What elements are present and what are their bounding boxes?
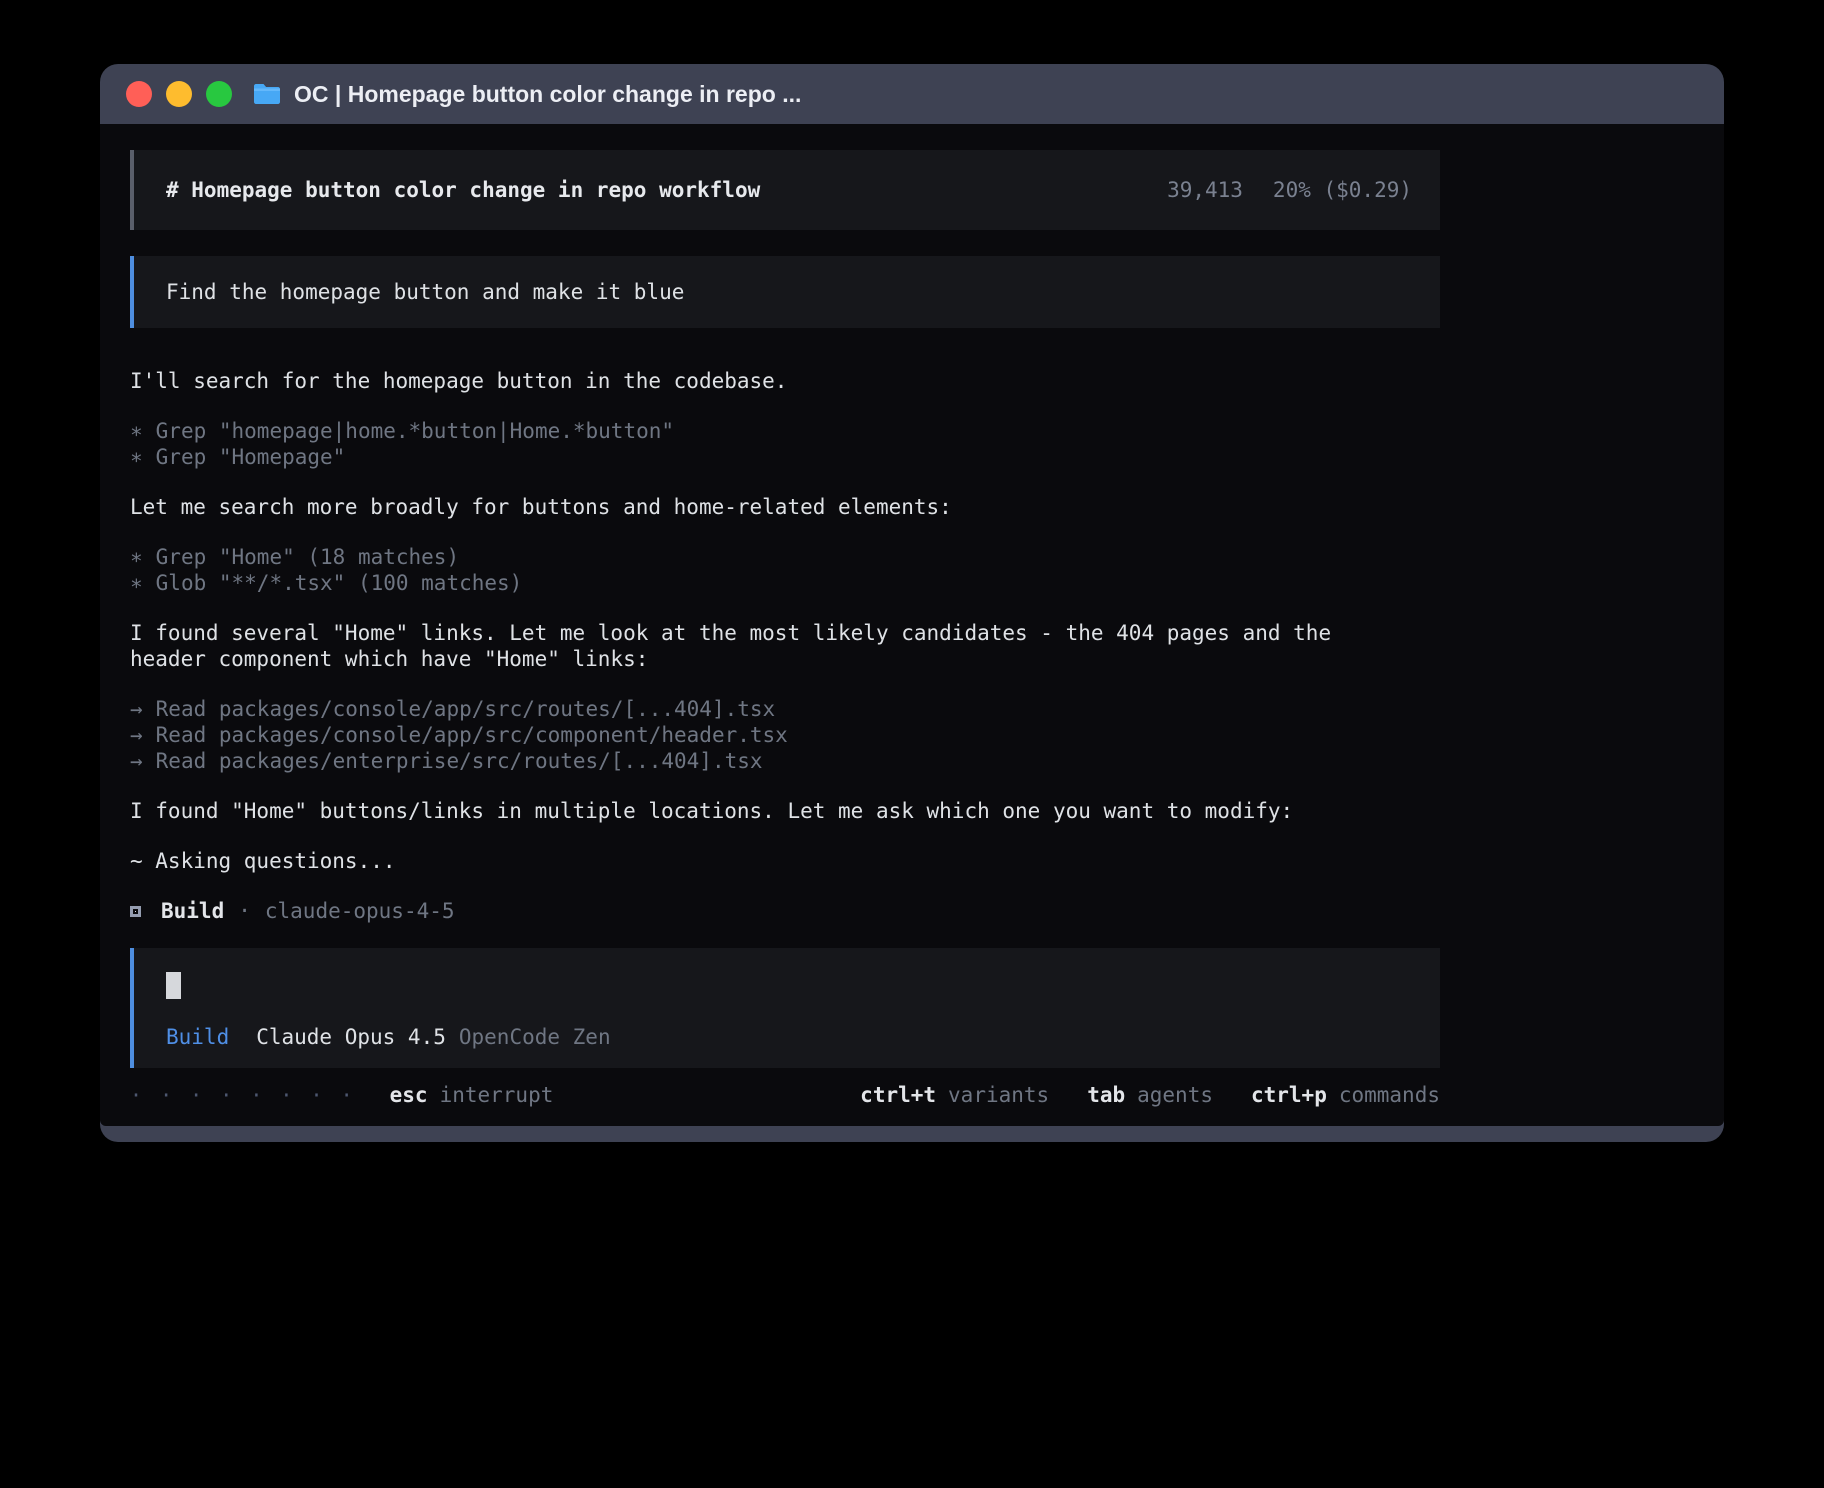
- window-title: OC | Homepage button color change in rep…: [294, 81, 801, 108]
- user-message-text: Find the homepage button and make it blu…: [166, 279, 684, 305]
- content-column: # Homepage button color change in repo w…: [130, 124, 1440, 1108]
- status-message: ~ Asking questions...: [130, 848, 1440, 874]
- commands-hint: ctrl+p commands: [1251, 1082, 1440, 1108]
- arrow-right-icon: →: [130, 723, 143, 747]
- zoom-button[interactable]: [206, 81, 232, 107]
- folder-icon: [252, 82, 282, 106]
- session-stats: 39,413 20% ($0.29): [1167, 177, 1412, 203]
- read-tool-call: → Read packages/console/app/src/component…: [130, 722, 1440, 748]
- assistant-text: I'll search for the homepage button in t…: [130, 368, 1440, 394]
- tool-call: ∗ Grep "Home" (18 matches): [130, 544, 1440, 570]
- terminal-body: # Homepage button color change in repo w…: [100, 124, 1724, 1126]
- minimize-button[interactable]: [166, 81, 192, 107]
- tool-call-text: Grep "Home" (18 matches): [156, 545, 459, 569]
- agent-info-line: Build · claude-opus-4-5: [130, 898, 1440, 924]
- tool-call-text: Read packages/console/app/src/routes/[..…: [156, 697, 776, 721]
- tool-call-text: Read packages/console/app/src/component/…: [156, 723, 788, 747]
- assistant-message: I found several "Home" links. Let me loo…: [130, 620, 1440, 672]
- status-bar: · · · · · · · · esc interrupt ctrl+t var…: [130, 1082, 1440, 1108]
- transcript: I'll search for the homepage button in t…: [130, 368, 1440, 924]
- variants-label: variants: [948, 1082, 1049, 1108]
- tool-call-group: ∗ Grep "homepage|home.*button|Home.*butto…: [130, 418, 1440, 470]
- session-title: # Homepage button color change in repo w…: [166, 177, 760, 203]
- tool-call-group: → Read packages/console/app/src/routes/[.…: [130, 696, 1440, 774]
- tool-bullet-icon: ∗: [130, 571, 143, 595]
- tool-call-text: Glob "**/*.tsx" (100 matches): [156, 571, 523, 595]
- user-message: Find the homepage button and make it blu…: [130, 256, 1440, 328]
- arrow-right-icon: →: [130, 749, 143, 773]
- arrow-right-icon: →: [130, 697, 143, 721]
- tool-bullet-icon: ∗: [130, 419, 143, 443]
- ctrl-p-key-label: ctrl+p: [1251, 1082, 1327, 1108]
- status-bar-right: ctrl+t variants tab agents ctrl+p comman…: [860, 1082, 1440, 1108]
- ctrl-t-key-label: ctrl+t: [860, 1082, 936, 1108]
- prompt-input[interactable]: Build Claude Opus 4.5 OpenCode Zen: [130, 948, 1440, 1068]
- agent-name: Build: [161, 898, 224, 924]
- traffic-lights: [126, 81, 232, 107]
- agent-model-name: claude-opus-4-5: [265, 898, 455, 924]
- agents-label: agents: [1137, 1082, 1213, 1108]
- tool-call-group: ∗ Grep "Home" (18 matches) ∗ Glob "**/*.ts…: [130, 544, 1440, 596]
- assistant-message: I'll search for the homepage button in t…: [130, 368, 1440, 394]
- variants-hint: ctrl+t variants: [860, 1082, 1049, 1108]
- assistant-text: Let me search more broadly for buttons a…: [130, 494, 1440, 520]
- tool-call-text: Grep "homepage|home.*button|Home.*button…: [156, 419, 674, 443]
- tool-call: ∗ Grep "Homepage": [130, 444, 1440, 470]
- read-tool-call: → Read packages/enterprise/src/routes/[..…: [130, 748, 1440, 774]
- separator-dot: ·: [238, 898, 251, 924]
- read-tool-call: → Read packages/console/app/src/routes/[.…: [130, 696, 1440, 722]
- interrupt-hint: esc interrupt: [390, 1082, 554, 1108]
- commands-label: commands: [1339, 1082, 1440, 1108]
- assistant-text: header component which have "Home" links…: [130, 646, 1440, 672]
- interrupt-label: interrupt: [440, 1082, 554, 1108]
- session-header: # Homepage button color change in repo w…: [130, 150, 1440, 230]
- tool-call-text: Grep "Homepage": [156, 445, 346, 469]
- status-bar-left: · · · · · · · · esc interrupt: [130, 1082, 553, 1108]
- context-usage: 20% ($0.29): [1273, 177, 1412, 203]
- tab-key-label: tab: [1087, 1082, 1125, 1108]
- build-agent-icon: [130, 906, 141, 917]
- tool-bullet-icon: ∗: [130, 545, 143, 569]
- assistant-text: I found "Home" buttons/links in multiple…: [130, 798, 1440, 824]
- provider-label: OpenCode Zen: [459, 1024, 611, 1050]
- tool-call: ∗ Grep "homepage|home.*button|Home.*butto…: [130, 418, 1440, 444]
- agent-mode-label[interactable]: Build: [166, 1024, 229, 1050]
- close-button[interactable]: [126, 81, 152, 107]
- agents-hint: tab agents: [1087, 1082, 1213, 1108]
- tool-bullet-icon: ∗: [130, 445, 143, 469]
- token-count: 39,413: [1167, 177, 1243, 203]
- esc-key-label: esc: [390, 1082, 428, 1108]
- tool-call-text: Read packages/enterprise/src/routes/[...…: [156, 749, 763, 773]
- assistant-message: I found "Home" buttons/links in multiple…: [130, 798, 1440, 824]
- window-titlebar: OC | Homepage button color change in rep…: [100, 64, 1724, 124]
- assistant-message: Let me search more broadly for buttons a…: [130, 494, 1440, 520]
- tool-call: ∗ Glob "**/*.tsx" (100 matches): [130, 570, 1440, 596]
- spinner-dots-icon: · · · · · · · ·: [130, 1082, 356, 1108]
- model-row: Build Claude Opus 4.5 OpenCode Zen: [166, 1024, 1412, 1050]
- assistant-text: I found several "Home" links. Let me loo…: [130, 620, 1440, 646]
- terminal-window: OC | Homepage button color change in rep…: [100, 64, 1724, 1142]
- status-text: ~ Asking questions...: [130, 848, 1440, 874]
- text-cursor: [166, 972, 181, 999]
- model-name-label[interactable]: Claude Opus 4.5: [256, 1024, 446, 1050]
